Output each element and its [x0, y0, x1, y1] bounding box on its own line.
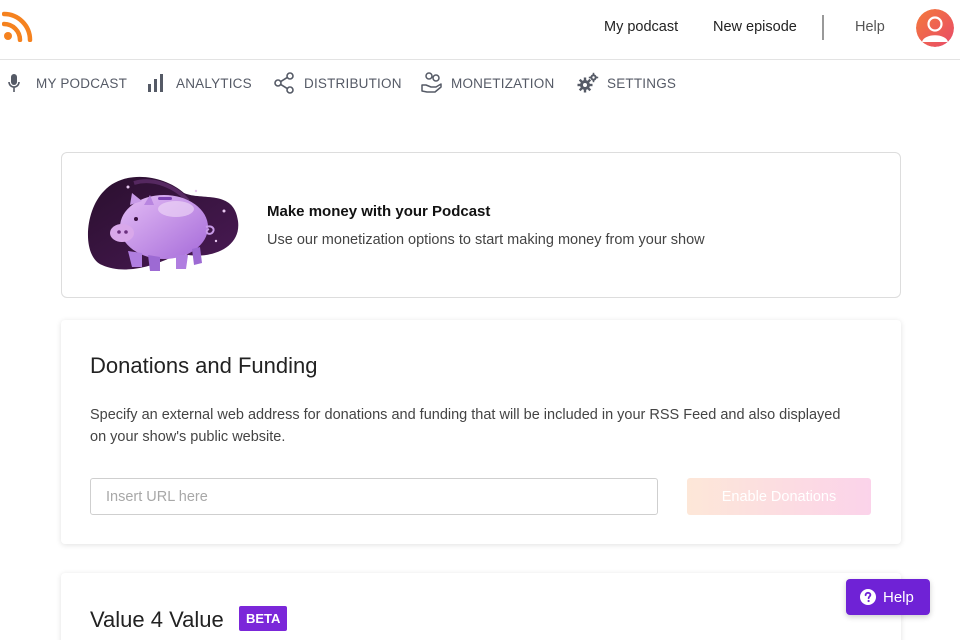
nav-item-settings[interactable]: SETTINGS — [577, 72, 676, 94]
value-4-value-title: Value 4 Value — [90, 607, 224, 632]
top-bar: My podcast New episode Help — [0, 0, 960, 60]
help-button-label: Help — [883, 588, 914, 606]
promo-text: Use our monetization options to start ma… — [267, 232, 705, 248]
rss-icon[interactable] — [2, 10, 36, 42]
question-circle-icon — [860, 589, 876, 605]
main-nav: MY PODCAST ANALYTICS DISTRIBUTION MONETI… — [0, 62, 960, 102]
header-divider — [822, 15, 824, 40]
nav-item-label: DISTRIBUTION — [304, 75, 402, 91]
beta-badge: BETA — [239, 606, 288, 631]
donation-url-input[interactable] — [90, 478, 658, 515]
share-icon — [274, 72, 294, 94]
help-button[interactable]: Help — [846, 579, 930, 615]
monetization-promo-card: Make money with your Podcast Use our mon… — [61, 152, 901, 298]
nav-item-distribution[interactable]: DISTRIBUTION — [274, 72, 402, 94]
user-avatar-icon[interactable] — [916, 9, 954, 47]
new-episode-link[interactable]: New episode — [713, 19, 797, 35]
nav-item-monetization[interactable]: MONETIZATION — [421, 72, 554, 94]
microphone-icon — [8, 74, 20, 92]
donations-description: Specify an external web address for dona… — [90, 407, 841, 445]
nav-item-label: ANALYTICS — [176, 75, 252, 91]
help-link[interactable]: Help — [855, 19, 885, 35]
nav-item-my-podcast[interactable]: MY PODCAST — [6, 72, 127, 94]
nav-item-label: MY PODCAST — [36, 75, 128, 91]
hand-coins-icon — [421, 72, 442, 93]
my-podcast-link[interactable]: My podcast — [604, 19, 678, 35]
nav-item-label: SETTINGS — [607, 75, 677, 91]
bar-chart-icon — [148, 74, 163, 92]
piggy-bank-illustration — [87, 176, 239, 271]
nav-item-label: MONETIZATION — [451, 75, 555, 91]
value-4-value-card: Value 4 Value BETA — [61, 573, 901, 640]
donations-card: Donations and Funding Specify an externa… — [61, 320, 901, 544]
donations-title: Donations and Funding — [90, 353, 318, 378]
enable-donations-button[interactable]: Enable Donations — [687, 478, 871, 515]
gears-icon — [577, 72, 599, 93]
nav-item-analytics[interactable]: ANALYTICS — [146, 72, 252, 94]
promo-title: Make money with your Podcast — [267, 203, 491, 220]
